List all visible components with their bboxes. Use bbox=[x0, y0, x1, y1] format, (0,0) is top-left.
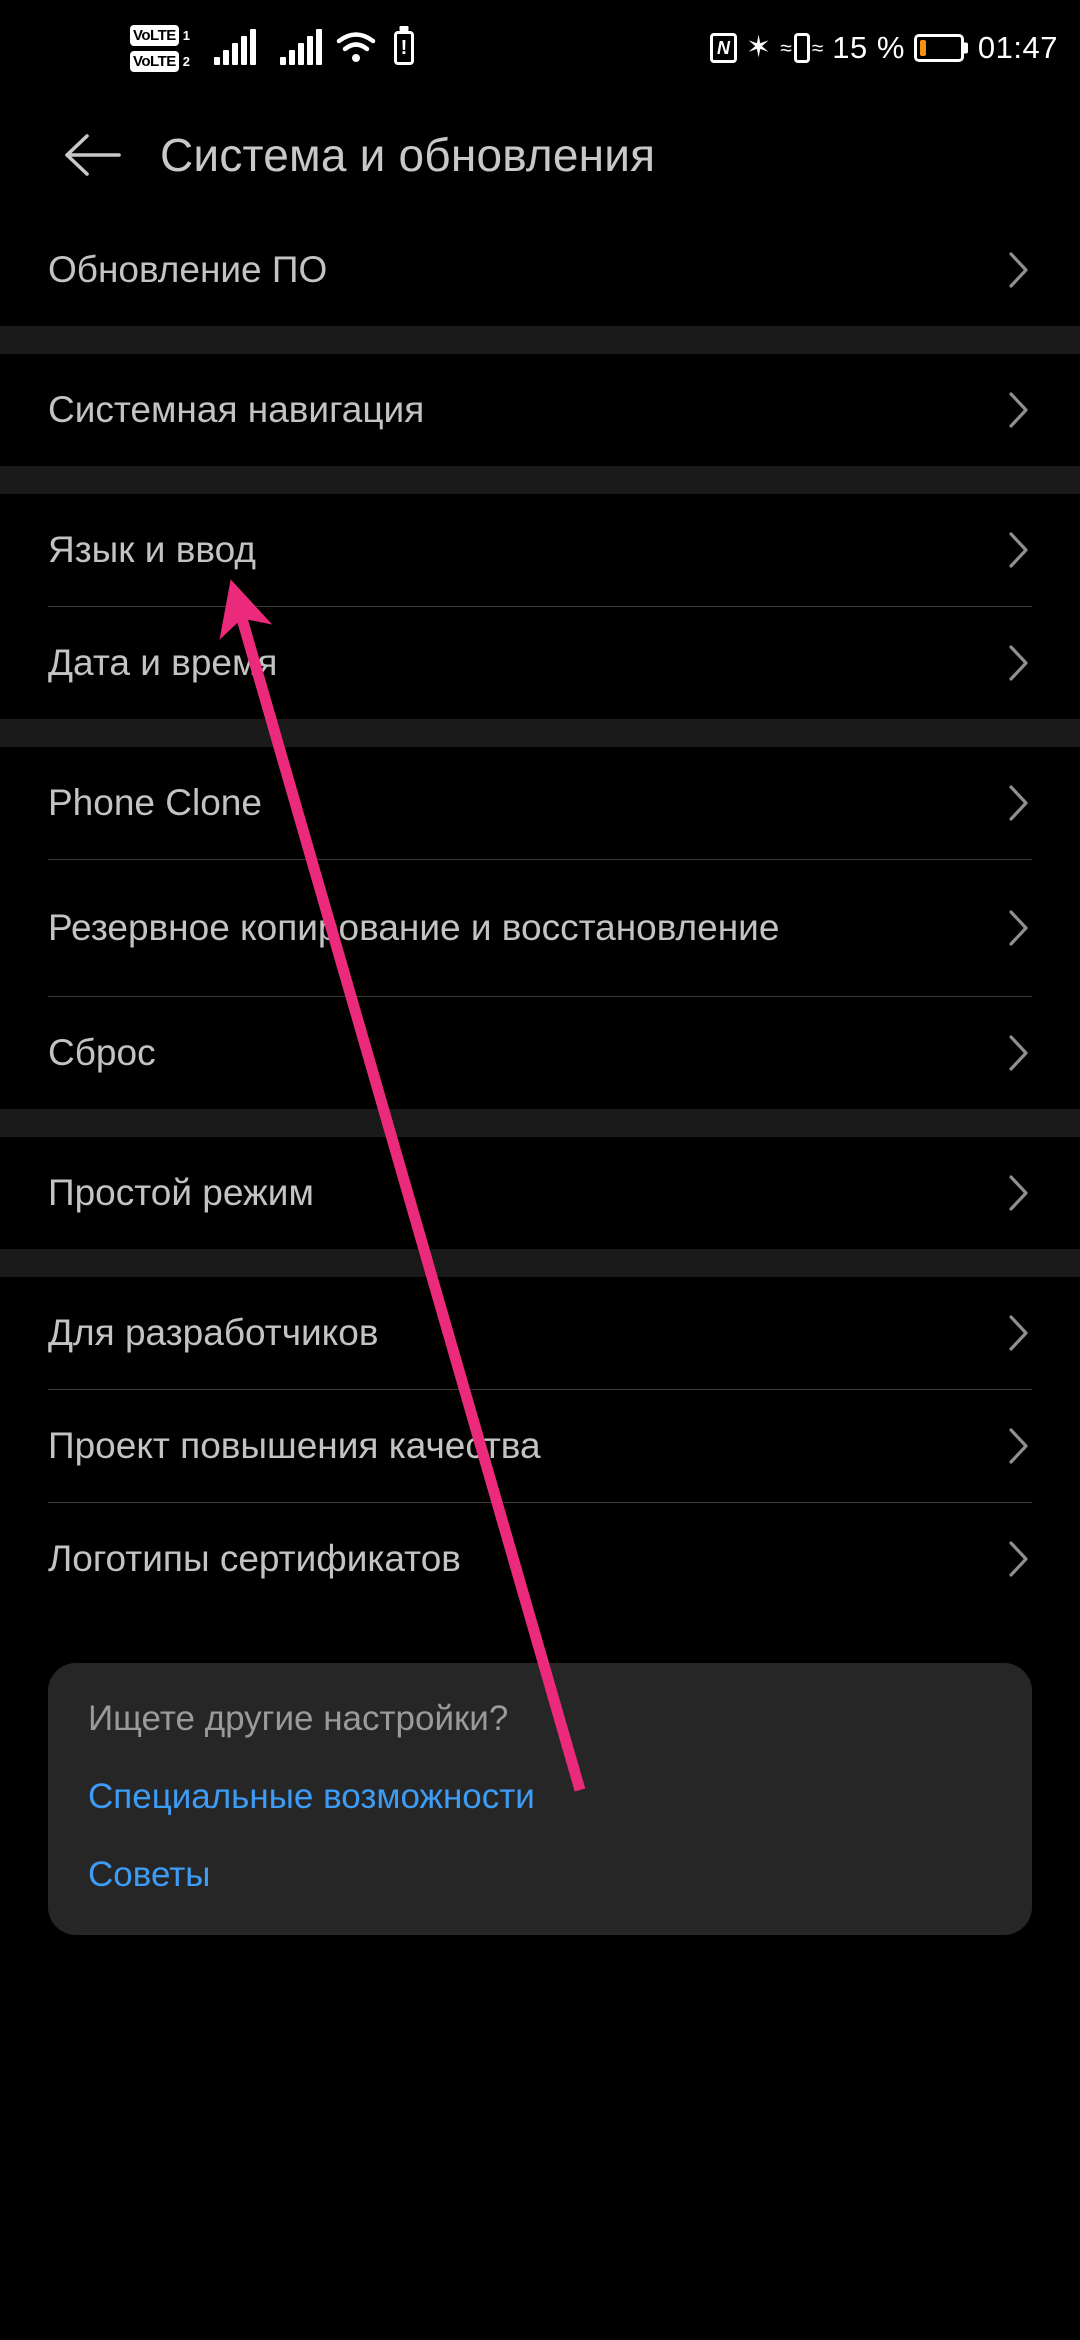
battery-fill bbox=[919, 40, 926, 56]
chevron-right-icon bbox=[1008, 1174, 1030, 1212]
volte-sim2: VoLTE 2 bbox=[130, 50, 191, 72]
battery-percent-label: 15 % bbox=[832, 30, 905, 65]
settings-group: Язык и ввод Дата и время bbox=[0, 494, 1080, 719]
settings-group: Обновление ПО bbox=[0, 214, 1080, 326]
chevron-right-icon bbox=[1008, 1540, 1030, 1578]
suggestion-card-title: Ищете другие настройки? bbox=[88, 1699, 509, 1738]
vibrate-wave-right-icon: ≈ bbox=[811, 36, 824, 60]
settings-row[interactable]: Для разработчиков bbox=[0, 1277, 1080, 1389]
status-bar-right: ✶ ≈ ≈ 15 % 01:47 bbox=[710, 30, 1058, 66]
settings-row[interactable]: Обновление ПО bbox=[0, 214, 1080, 326]
chevron-right-icon bbox=[1008, 644, 1030, 682]
chevron-right-icon bbox=[1008, 391, 1030, 429]
settings-row-label: Проект повышения качества bbox=[48, 1425, 541, 1467]
page-title: Система и обновления bbox=[160, 129, 656, 181]
settings-row[interactable]: Phone Clone bbox=[0, 747, 1080, 859]
vibrate-wave-left-icon: ≈ bbox=[780, 36, 792, 60]
bluetooth-icon: ✶ bbox=[746, 31, 772, 64]
wifi-icon bbox=[336, 32, 376, 64]
settings-row[interactable]: Простой режим bbox=[0, 1137, 1080, 1249]
chevron-right-icon bbox=[1008, 1314, 1030, 1352]
settings-row-label: Сброс bbox=[48, 1032, 156, 1074]
settings-row[interactable]: Проект повышения качества bbox=[0, 1390, 1080, 1502]
status-bar: VoLTE 1 VoLTE 2 ✶ ≈ bbox=[0, 0, 1080, 96]
settings-group: Для разработчиков Проект повышения качест… bbox=[0, 1277, 1080, 1615]
volte-sim-number: 2 bbox=[182, 53, 191, 69]
settings-row-label: Логотипы сертификатов bbox=[48, 1538, 461, 1580]
chevron-right-icon bbox=[1008, 531, 1030, 569]
group-separator bbox=[0, 1249, 1080, 1277]
volte-sim1: VoLTE 1 bbox=[130, 24, 191, 46]
battery-alert-icon bbox=[394, 31, 415, 65]
settings-row-label: Обновление ПО bbox=[48, 249, 328, 291]
suggestion-card: Ищете другие настройки? Специальные возмо… bbox=[48, 1663, 1032, 1935]
settings-row-label: Для разработчиков bbox=[48, 1312, 379, 1354]
settings-row-label: Дата и время bbox=[48, 642, 278, 684]
status-bar-left: VoLTE 1 VoLTE 2 bbox=[130, 24, 415, 72]
back-arrow-icon bbox=[61, 132, 123, 178]
signal-strength-sim1-icon bbox=[214, 29, 257, 65]
settings-group: Системная навигация bbox=[0, 354, 1080, 466]
signal-strength-sim2-icon bbox=[280, 29, 323, 65]
settings-row-label: Простой режим bbox=[48, 1172, 314, 1214]
group-separator bbox=[0, 466, 1080, 494]
chevron-right-icon bbox=[1008, 784, 1030, 822]
group-separator bbox=[0, 326, 1080, 354]
settings-row[interactable]: Язык и ввод bbox=[0, 494, 1080, 606]
page-header: Система и обновления bbox=[0, 96, 1080, 214]
chevron-right-icon bbox=[1008, 1034, 1030, 1072]
chevron-right-icon bbox=[1008, 251, 1030, 289]
settings-list: Обновление ПО Системная навигация Язык и в… bbox=[0, 214, 1080, 1935]
vibrate-mode-icon: ≈ ≈ bbox=[780, 33, 823, 63]
volte-badge-icon: VoLTE bbox=[130, 24, 179, 46]
settings-row-label: Резервное копирование и восстановление bbox=[48, 907, 780, 949]
settings-row[interactable]: Резервное копирование и восстановление bbox=[0, 860, 1080, 996]
group-separator bbox=[0, 1109, 1080, 1137]
settings-row-label: Системная навигация bbox=[48, 389, 425, 431]
suggestion-area: Ищете другие настройки? Специальные возмо… bbox=[0, 1615, 1080, 1935]
suggestion-link[interactable]: Советы bbox=[88, 1855, 992, 1895]
settings-row[interactable]: Системная навигация bbox=[0, 354, 1080, 466]
chevron-right-icon bbox=[1008, 909, 1030, 947]
settings-row-label: Phone Clone bbox=[48, 782, 262, 824]
settings-group: Phone Clone Резервное копирование и восст… bbox=[0, 747, 1080, 1109]
battery-icon bbox=[913, 34, 964, 62]
group-separator bbox=[0, 719, 1080, 747]
volte-badge-icon: VoLTE bbox=[130, 50, 179, 72]
volte-indicators: VoLTE 1 VoLTE 2 bbox=[130, 24, 191, 72]
settings-row[interactable]: Логотипы сертификатов bbox=[0, 1503, 1080, 1615]
settings-row-label: Язык и ввод bbox=[48, 529, 256, 571]
settings-group: Простой режим bbox=[0, 1137, 1080, 1249]
suggestion-link[interactable]: Специальные возможности bbox=[88, 1777, 992, 1817]
volte-sim-number: 1 bbox=[182, 27, 191, 43]
status-bar-clock: 01:47 bbox=[977, 30, 1058, 65]
settings-row[interactable]: Сброс bbox=[0, 997, 1080, 1109]
settings-row[interactable]: Дата и время bbox=[0, 607, 1080, 719]
back-button[interactable] bbox=[56, 119, 128, 191]
chevron-right-icon bbox=[1008, 1427, 1030, 1465]
nfc-icon bbox=[710, 33, 738, 63]
